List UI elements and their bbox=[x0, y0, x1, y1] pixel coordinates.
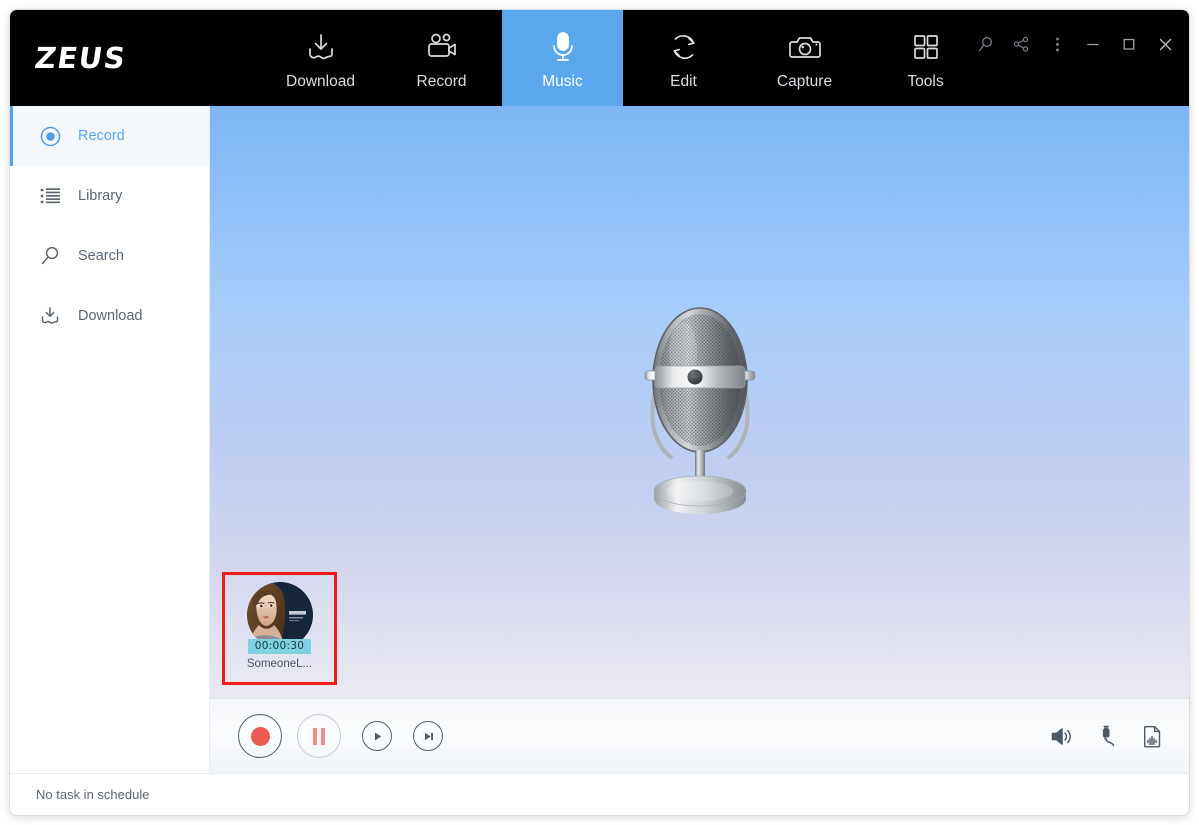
list-icon bbox=[38, 187, 62, 205]
tab-capture[interactable]: Capture bbox=[744, 10, 865, 106]
download-icon bbox=[303, 29, 339, 65]
tab-tools-label: Tools bbox=[907, 73, 944, 90]
audio-file-icon bbox=[1144, 725, 1161, 747]
main-stage: 00:00:30 SomeoneL... bbox=[210, 106, 1189, 773]
app-logo-text: ZEUS bbox=[32, 41, 129, 75]
minimize-icon[interactable] bbox=[1083, 34, 1103, 54]
camera-icon bbox=[787, 29, 823, 65]
sidebar-item-search[interactable]: Search bbox=[10, 226, 209, 286]
sidebar-item-library[interactable]: Library bbox=[10, 166, 209, 226]
sidebar-item-label: Record bbox=[78, 128, 125, 144]
grid-icon bbox=[909, 29, 943, 65]
tab-download[interactable]: Download bbox=[260, 10, 381, 106]
player-bar bbox=[210, 698, 1189, 773]
maximize-icon[interactable] bbox=[1119, 34, 1139, 54]
stage-canvas: 00:00:30 SomeoneL... bbox=[210, 106, 1189, 698]
close-icon[interactable] bbox=[1155, 34, 1175, 54]
tab-music[interactable]: Music bbox=[502, 10, 623, 106]
tab-record[interactable]: Record bbox=[381, 10, 502, 106]
sidebar: Record Library Search Download bbox=[10, 106, 210, 773]
play-icon bbox=[374, 732, 381, 740]
body-area: Record Library Search Download 00:00:30 … bbox=[10, 106, 1189, 773]
more-menu-icon[interactable] bbox=[1047, 34, 1067, 54]
audio-input-button[interactable] bbox=[1097, 725, 1118, 747]
record-dot-icon bbox=[38, 126, 62, 147]
pause-button[interactable] bbox=[297, 714, 341, 758]
tab-edit-label: Edit bbox=[670, 73, 697, 90]
player-transport-controls bbox=[238, 714, 443, 758]
sidebar-item-record[interactable]: Record bbox=[10, 106, 209, 166]
audio-jack-icon bbox=[1102, 725, 1115, 747]
sidebar-item-label: Library bbox=[78, 188, 123, 204]
tab-tools[interactable]: Tools bbox=[865, 10, 986, 106]
recording-duration-badge: 00:00:30 bbox=[247, 639, 312, 654]
share-icon[interactable] bbox=[1011, 34, 1031, 54]
app-logo: ZEUS bbox=[10, 10, 260, 106]
download-icon bbox=[38, 305, 62, 327]
next-track-button[interactable] bbox=[413, 721, 443, 751]
app-header: ZEUS Download Record Music Edit Capture … bbox=[10, 10, 1189, 106]
sidebar-item-label: Download bbox=[78, 308, 143, 324]
status-bar: No task in schedule bbox=[10, 773, 1189, 815]
search-icon[interactable] bbox=[975, 34, 995, 54]
application-window: ZEUS Download Record Music Edit Capture … bbox=[10, 10, 1189, 815]
microphone-icon bbox=[548, 29, 578, 65]
sidebar-item-label: Search bbox=[78, 248, 124, 264]
pause-icon bbox=[313, 727, 325, 745]
tab-music-label: Music bbox=[542, 73, 583, 90]
recording-thumbnail-card[interactable]: 00:00:30 SomeoneL... bbox=[222, 572, 337, 685]
volume-button[interactable] bbox=[1050, 726, 1073, 747]
window-controls bbox=[975, 34, 1175, 54]
tab-capture-label: Capture bbox=[776, 73, 833, 90]
audio-file-button[interactable] bbox=[1142, 725, 1163, 748]
studio-microphone-artwork bbox=[625, 292, 775, 527]
camcorder-icon bbox=[423, 29, 461, 65]
main-navigation-tabs: Download Record Music Edit Capture Tools bbox=[260, 10, 986, 106]
record-button[interactable] bbox=[238, 714, 282, 758]
tab-download-label: Download bbox=[286, 73, 355, 90]
magnifier-icon bbox=[38, 245, 62, 267]
tab-edit[interactable]: Edit bbox=[623, 10, 744, 106]
tab-record-label: Record bbox=[416, 73, 467, 90]
refresh-icon bbox=[666, 29, 702, 65]
play-button[interactable] bbox=[362, 721, 392, 751]
speaker-icon bbox=[1051, 727, 1071, 745]
recording-title: SomeoneL... bbox=[246, 658, 313, 670]
status-message: No task in schedule bbox=[36, 787, 150, 802]
record-circle-icon bbox=[250, 726, 270, 746]
skip-next-icon bbox=[424, 732, 433, 740]
player-utility-controls bbox=[1050, 725, 1163, 748]
sidebar-item-download[interactable]: Download bbox=[10, 286, 209, 346]
